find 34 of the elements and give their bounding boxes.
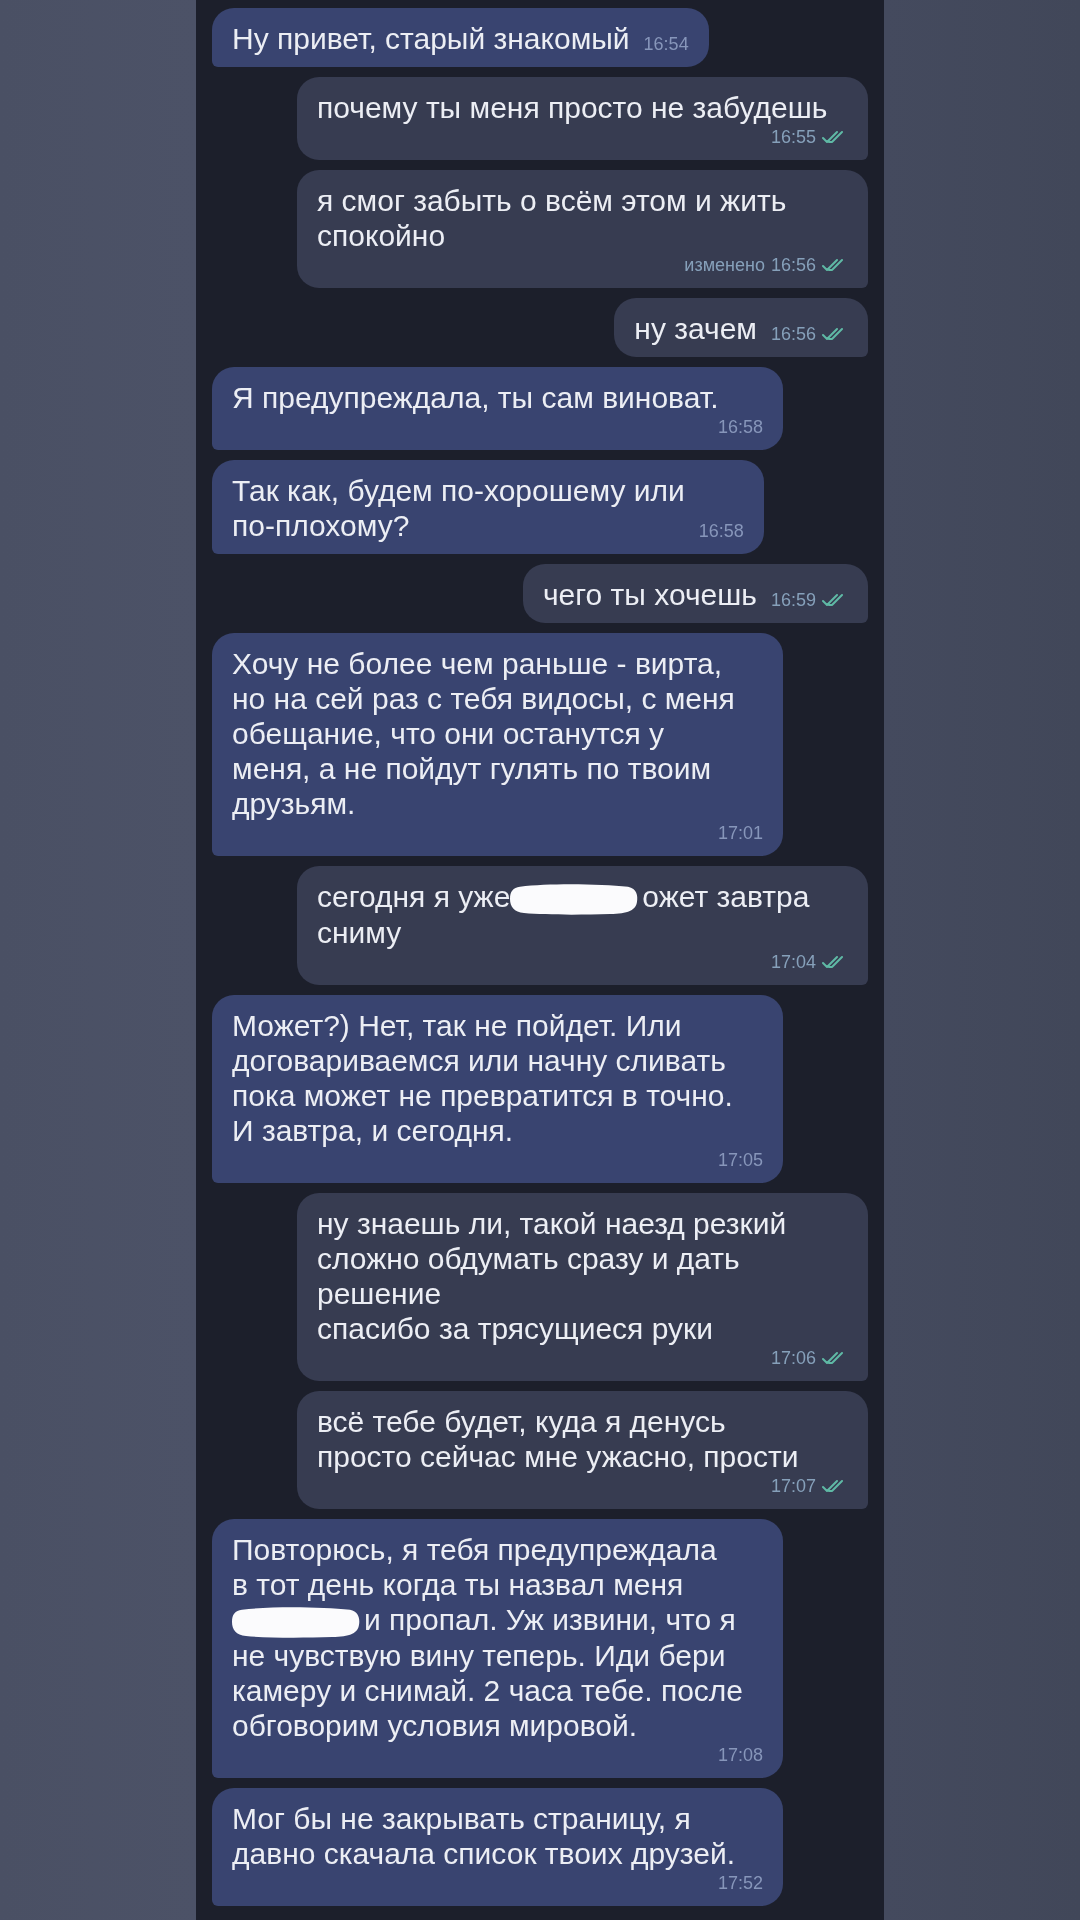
- message-text: чего ты хочешь: [543, 577, 757, 612]
- message-text: всё тебе будет, куда я денусь просто сейчас мне ужасно, прости: [317, 1404, 799, 1475]
- message-text: и пропал. Уж извини, что я: [364, 1603, 736, 1637]
- message-text: Хочу не более чем раньше - вирта, но на сей раз с тебя видосы, с меня обещание, что они останутся у меня, а не пойдут гулять по твоим друзьям.: [232, 646, 735, 821]
- message-time: 17:04: [770, 951, 816, 975]
- message-time: 16:56: [770, 254, 816, 277]
- message-text: сниму: [317, 915, 403, 951]
- message-text: сегодня я уже: [317, 880, 511, 913]
- message-time: 17:52: [717, 1872, 763, 1896]
- message-text: почему ты меня просто не забудешь: [317, 90, 828, 125]
- message-text: ожет завтра: [642, 880, 810, 913]
- message-time: 16:59: [770, 589, 816, 612]
- message-text: Мог бы не закрывать страницу, я давно скачала список твоих друзей.: [232, 1801, 735, 1872]
- message-time: 17:07: [770, 1475, 816, 1499]
- message-time: 16:55: [770, 126, 816, 149]
- message-time: 16:58: [698, 520, 744, 543]
- redaction-blob-icon: [510, 883, 639, 916]
- message-time: 16:54: [643, 33, 689, 56]
- edited-label: изменено: [684, 254, 765, 277]
- message-text: Ну привет, старый знакомый: [232, 21, 630, 56]
- message-time: 17:08: [717, 1744, 763, 1768]
- redaction-blob-icon: [232, 1606, 360, 1639]
- message-text: ну знаешь ли, такой наезд резкий сложно обдумать сразу и дать решение спасибо за трясущиеся руки: [317, 1206, 787, 1347]
- message-text: Может?) Нет, так не пойдет. Или договариваемся или начну сливать пока может не превратится в точно. И завтра, и сегодня.: [232, 1008, 733, 1149]
- message-time: 17:05: [717, 1149, 763, 1173]
- message-time: 17:01: [717, 822, 763, 845]
- message-time: 17:06: [770, 1347, 816, 1371]
- message-time: 16:56: [770, 323, 816, 346]
- message-text: ну зачем: [634, 311, 757, 346]
- message-text: Так как, будем по-хорошему или по-плохому?: [232, 473, 685, 543]
- message-text: Я предупреждала, ты сам виноват.: [232, 380, 719, 415]
- message-time: 16:58: [717, 416, 763, 439]
- message-text: я смог забыть о всём этом и жить спокойно: [317, 183, 787, 253]
- message-text: не чувствую вину теперь. Иди бери камеру и снимай. 2 часа тебе. после обговорим условия мировой.: [232, 1638, 744, 1744]
